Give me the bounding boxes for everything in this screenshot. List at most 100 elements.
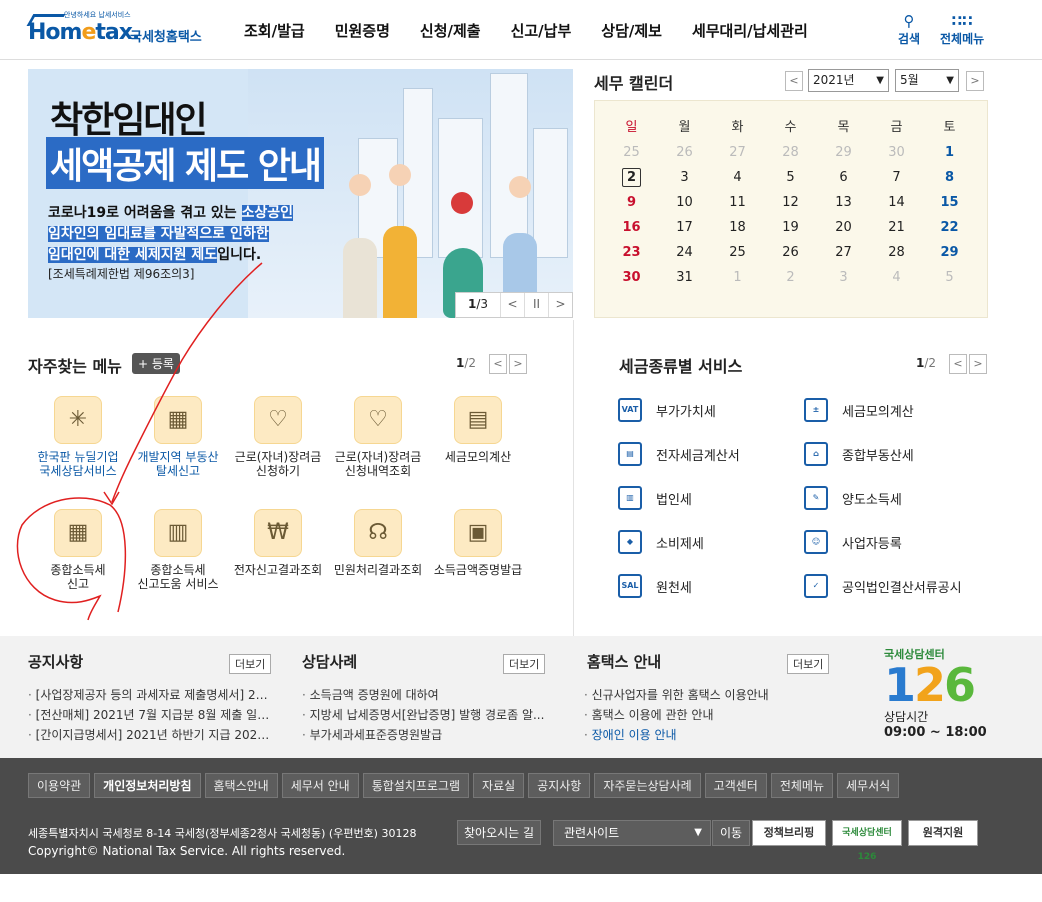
nav-item-report-pay[interactable]: 신고/납부 xyxy=(511,20,572,41)
notice-item[interactable]: [전산매체] 2021년 7월 지급분 8월 제출 일용... xyxy=(28,705,274,725)
calendar-day[interactable]: 20 xyxy=(817,215,870,240)
calendar-day-today[interactable]: 2 xyxy=(605,165,658,190)
favorite-item[interactable]: ☊ 민원처리결과조회 xyxy=(328,509,428,577)
calendar-day[interactable]: 7 xyxy=(870,165,923,190)
calendar-day[interactable]: 15 xyxy=(923,190,976,215)
nav-item-certificates[interactable]: 민원증명 xyxy=(335,20,390,41)
favorite-item[interactable]: ▣ 소득금액증명발급 xyxy=(428,509,528,577)
calendar-day[interactable]: 11 xyxy=(711,190,764,215)
calendar-day[interactable]: 22 xyxy=(923,215,976,240)
register-favorite-button[interactable]: + 등록 xyxy=(132,353,180,374)
favorite-item[interactable]: ▤ 세금모의계산 xyxy=(428,396,528,464)
tax-service-item[interactable]: ✓ 공익법인결산서류공시 xyxy=(804,574,962,598)
policy-briefing-banner[interactable]: 정책브리핑 xyxy=(752,820,826,846)
tax-service-item[interactable]: ± 세금모의계산 xyxy=(804,398,914,422)
related-go-button[interactable]: 이동 xyxy=(712,820,750,846)
nav-item-apply[interactable]: 신청/제출 xyxy=(420,20,481,41)
footer-link-customer-center[interactable]: 고객센터 xyxy=(704,773,767,798)
calendar-day[interactable]: 24 xyxy=(658,240,711,265)
favorites-prev-button[interactable]: < xyxy=(489,354,507,374)
calendar-day[interactable]: 25 xyxy=(605,140,658,165)
tax-services-prev-button[interactable]: < xyxy=(949,354,967,374)
calendar-day[interactable]: 18 xyxy=(711,215,764,240)
calendar-day[interactable]: 5 xyxy=(764,165,817,190)
calendar-day[interactable]: 4 xyxy=(870,265,923,290)
calendar-day[interactable]: 2 xyxy=(764,265,817,290)
calendar-day[interactable]: 1 xyxy=(923,140,976,165)
guide-item[interactable]: 장애인 이용 안내 xyxy=(584,725,830,745)
calendar-day[interactable]: 12 xyxy=(764,190,817,215)
notice-more-button[interactable]: 더보기 xyxy=(229,654,272,674)
consult-more-button[interactable]: 더보기 xyxy=(503,654,546,674)
calendar-day[interactable]: 3 xyxy=(817,265,870,290)
find-way-button[interactable]: 찾아오시는 길 xyxy=(457,820,542,845)
banner-prev-button[interactable]: < xyxy=(500,293,524,317)
main-banner[interactable]: 착한임대인 세액공제 제도 안내 코로나19로 어려움을 겪고 있는 소상공인 … xyxy=(28,69,573,318)
favorite-item[interactable]: ▥ 종합소득세 신고도움 서비스 xyxy=(128,509,228,591)
tax-service-item[interactable]: ◆ 소비제세 xyxy=(618,530,704,554)
favorite-item[interactable]: ♡ 근로(자녀)장려금 신청내역조회 xyxy=(328,396,428,478)
banner-next-button[interactable]: > xyxy=(548,293,572,317)
guide-more-button[interactable]: 더보기 xyxy=(787,654,830,674)
favorite-item[interactable]: ▦ 개발지역 부동산 탈세신고 xyxy=(128,396,228,478)
footer-link-install[interactable]: 통합설치프로그램 xyxy=(362,773,470,798)
tax-service-item[interactable]: SAL 원천세 xyxy=(618,574,692,598)
tax-service-item[interactable]: ▤ 전자세금계산서 xyxy=(618,442,740,466)
calendar-day[interactable]: 3 xyxy=(658,165,711,190)
center-126-banner[interactable]: 국세상담센터 126 xyxy=(832,820,902,862)
calendar-month-select[interactable]: 5월 ▼ xyxy=(895,69,959,92)
footer-link-tax-office[interactable]: 세무서 안내 xyxy=(281,773,359,798)
all-menu-button[interactable]: ∷∷ 전체메뉴 xyxy=(940,12,984,47)
calendar-day[interactable]: 27 xyxy=(711,140,764,165)
calendar-day[interactable]: 28 xyxy=(764,140,817,165)
banner-pause-button[interactable]: II xyxy=(524,293,548,317)
notice-item[interactable]: [간이지급명세서] 2021년 하반기 지급 2022년... xyxy=(28,725,274,745)
calendar-day[interactable]: 19 xyxy=(764,215,817,240)
guide-item[interactable]: 신규사업자를 위한 홈택스 이용안내 xyxy=(584,685,830,705)
calendar-day[interactable]: 6 xyxy=(817,165,870,190)
calendar-day[interactable]: 27 xyxy=(817,240,870,265)
calendar-prev-button[interactable]: < xyxy=(785,71,803,91)
favorite-item[interactable]: ₩ 전자신고결과조회 xyxy=(228,509,328,577)
calendar-day[interactable]: 28 xyxy=(870,240,923,265)
calendar-day[interactable]: 8 xyxy=(923,165,976,190)
calendar-day[interactable]: 1 xyxy=(711,265,764,290)
remote-support-banner[interactable]: 원격지원 xyxy=(908,820,978,846)
calendar-day[interactable]: 26 xyxy=(658,140,711,165)
calendar-day[interactable]: 4 xyxy=(711,165,764,190)
calendar-day[interactable]: 16 xyxy=(605,215,658,240)
calendar-day[interactable]: 30 xyxy=(870,140,923,165)
footer-link-tax-forms[interactable]: 세무서식 xyxy=(837,773,900,798)
guide-item[interactable]: 홈택스 이용에 관한 안내 xyxy=(584,705,830,725)
tax-services-next-button[interactable]: > xyxy=(969,354,987,374)
calendar-year-select[interactable]: 2021년 ▼ xyxy=(808,69,889,92)
calendar-day[interactable]: 10 xyxy=(658,190,711,215)
tax-service-item[interactable]: ✎ 양도소득세 xyxy=(804,486,902,510)
tax-service-item[interactable]: ▥ 법인세 xyxy=(618,486,692,510)
calendar-day[interactable]: 9 xyxy=(605,190,658,215)
consult-item[interactable]: 부가세과세표준증명원발급 xyxy=(302,725,548,745)
calendar-day[interactable]: 21 xyxy=(870,215,923,240)
calendar-day[interactable]: 29 xyxy=(923,240,976,265)
footer-link-faq[interactable]: 자주묻는상담사례 xyxy=(594,773,701,798)
favorite-item[interactable]: ♡ 근로(자녀)장려금 신청하기 xyxy=(228,396,328,478)
calendar-day[interactable]: 5 xyxy=(923,265,976,290)
favorite-item[interactable]: ✳ 한국판 뉴딜기업 국세상담서비스 xyxy=(28,396,128,478)
notice-item[interactable]: [사업장제공자 등의 과세자료 제출명세서] 20... xyxy=(28,685,274,705)
related-sites-select[interactable]: 관련사이트 ▼ xyxy=(553,820,711,846)
nav-item-agent[interactable]: 세무대리/납세관리 xyxy=(692,20,808,41)
calendar-day[interactable]: 26 xyxy=(764,240,817,265)
calendar-day[interactable]: 30 xyxy=(605,265,658,290)
nav-item-inquiry[interactable]: 조회/발급 xyxy=(244,20,305,41)
consult-center-126[interactable]: 국세상담센터 126 상담시간 09:00 ~ 18:00 xyxy=(884,646,994,740)
calendar-day[interactable]: 23 xyxy=(605,240,658,265)
favorite-item[interactable]: ▦ 종합소득세 신고 xyxy=(28,509,128,591)
calendar-day[interactable]: 14 xyxy=(870,190,923,215)
footer-link-all-menu[interactable]: 전체메뉴 xyxy=(770,773,834,798)
calendar-day[interactable]: 13 xyxy=(817,190,870,215)
footer-link-privacy[interactable]: 개인정보처리방침 xyxy=(94,773,201,798)
tax-service-item[interactable]: VAT 부가가치세 xyxy=(618,398,716,422)
footer-link-hometax-guide[interactable]: 홈택스안내 xyxy=(204,773,278,798)
hometax-logo[interactable]: 안녕하세요 납세서비스 Hometax. 국세청홈택스 xyxy=(26,10,213,50)
nav-item-consult[interactable]: 상담/제보 xyxy=(601,20,662,41)
